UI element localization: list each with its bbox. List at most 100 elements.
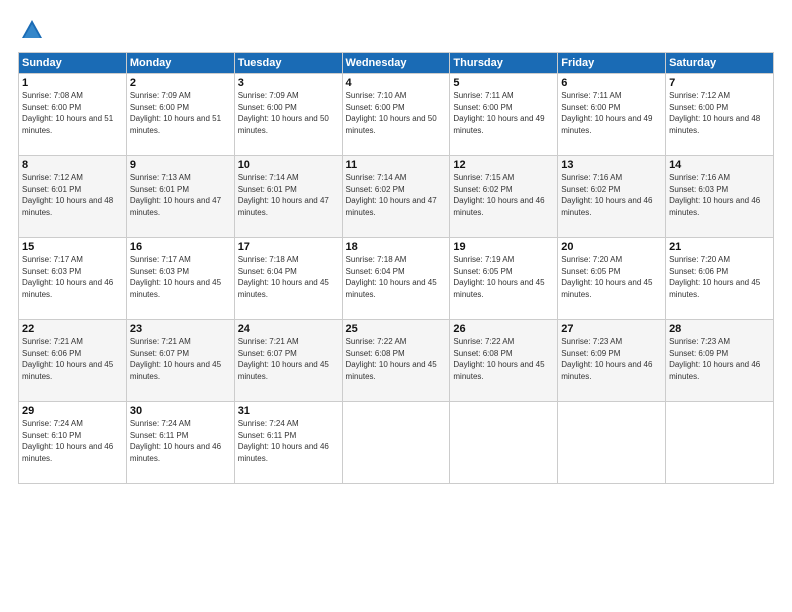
day-info: Sunrise: 7:16 AM Sunset: 6:03 PM Dayligh… xyxy=(669,172,770,218)
day-info: Sunrise: 7:18 AM Sunset: 6:04 PM Dayligh… xyxy=(238,254,339,300)
calendar-cell xyxy=(666,402,774,484)
day-info: Sunrise: 7:18 AM Sunset: 6:04 PM Dayligh… xyxy=(346,254,447,300)
day-number: 23 xyxy=(130,323,231,335)
day-info: Sunrise: 7:15 AM Sunset: 6:02 PM Dayligh… xyxy=(453,172,554,218)
day-number: 22 xyxy=(22,323,123,335)
day-info: Sunrise: 7:24 AM Sunset: 6:11 PM Dayligh… xyxy=(130,418,231,464)
calendar-cell: 7Sunrise: 7:12 AM Sunset: 6:00 PM Daylig… xyxy=(666,74,774,156)
week-row-2: 15Sunrise: 7:17 AM Sunset: 6:03 PM Dayli… xyxy=(19,238,774,320)
page: SundayMondayTuesdayWednesdayThursdayFrid… xyxy=(0,0,792,612)
day-info: Sunrise: 7:16 AM Sunset: 6:02 PM Dayligh… xyxy=(561,172,662,218)
day-info: Sunrise: 7:23 AM Sunset: 6:09 PM Dayligh… xyxy=(561,336,662,382)
day-number: 25 xyxy=(346,323,447,335)
calendar-cell: 25Sunrise: 7:22 AM Sunset: 6:08 PM Dayli… xyxy=(342,320,450,402)
calendar-cell: 10Sunrise: 7:14 AM Sunset: 6:01 PM Dayli… xyxy=(234,156,342,238)
calendar-cell: 19Sunrise: 7:19 AM Sunset: 6:05 PM Dayli… xyxy=(450,238,558,320)
day-number: 24 xyxy=(238,323,339,335)
calendar-cell: 12Sunrise: 7:15 AM Sunset: 6:02 PM Dayli… xyxy=(450,156,558,238)
day-number: 8 xyxy=(22,159,123,171)
calendar-cell: 22Sunrise: 7:21 AM Sunset: 6:06 PM Dayli… xyxy=(19,320,127,402)
calendar-cell: 23Sunrise: 7:21 AM Sunset: 6:07 PM Dayli… xyxy=(126,320,234,402)
day-number: 26 xyxy=(453,323,554,335)
day-header-monday: Monday xyxy=(126,53,234,74)
day-number: 9 xyxy=(130,159,231,171)
calendar-cell: 8Sunrise: 7:12 AM Sunset: 6:01 PM Daylig… xyxy=(19,156,127,238)
day-header-friday: Friday xyxy=(558,53,666,74)
week-row-0: 1Sunrise: 7:08 AM Sunset: 6:00 PM Daylig… xyxy=(19,74,774,156)
day-number: 13 xyxy=(561,159,662,171)
day-number: 2 xyxy=(130,77,231,89)
calendar-cell: 14Sunrise: 7:16 AM Sunset: 6:03 PM Dayli… xyxy=(666,156,774,238)
calendar-cell: 30Sunrise: 7:24 AM Sunset: 6:11 PM Dayli… xyxy=(126,402,234,484)
calendar-cell: 31Sunrise: 7:24 AM Sunset: 6:11 PM Dayli… xyxy=(234,402,342,484)
day-number: 5 xyxy=(453,77,554,89)
calendar-cell: 21Sunrise: 7:20 AM Sunset: 6:06 PM Dayli… xyxy=(666,238,774,320)
day-number: 21 xyxy=(669,241,770,253)
day-number: 1 xyxy=(22,77,123,89)
day-info: Sunrise: 7:20 AM Sunset: 6:05 PM Dayligh… xyxy=(561,254,662,300)
day-info: Sunrise: 7:11 AM Sunset: 6:00 PM Dayligh… xyxy=(561,90,662,136)
day-header-saturday: Saturday xyxy=(666,53,774,74)
day-info: Sunrise: 7:23 AM Sunset: 6:09 PM Dayligh… xyxy=(669,336,770,382)
day-info: Sunrise: 7:08 AM Sunset: 6:00 PM Dayligh… xyxy=(22,90,123,136)
header-row: SundayMondayTuesdayWednesdayThursdayFrid… xyxy=(19,53,774,74)
day-number: 17 xyxy=(238,241,339,253)
calendar-cell: 26Sunrise: 7:22 AM Sunset: 6:08 PM Dayli… xyxy=(450,320,558,402)
calendar-cell: 15Sunrise: 7:17 AM Sunset: 6:03 PM Dayli… xyxy=(19,238,127,320)
day-info: Sunrise: 7:12 AM Sunset: 6:00 PM Dayligh… xyxy=(669,90,770,136)
calendar-cell: 17Sunrise: 7:18 AM Sunset: 6:04 PM Dayli… xyxy=(234,238,342,320)
day-info: Sunrise: 7:09 AM Sunset: 6:00 PM Dayligh… xyxy=(130,90,231,136)
day-header-thursday: Thursday xyxy=(450,53,558,74)
calendar-cell: 4Sunrise: 7:10 AM Sunset: 6:00 PM Daylig… xyxy=(342,74,450,156)
day-info: Sunrise: 7:14 AM Sunset: 6:02 PM Dayligh… xyxy=(346,172,447,218)
day-info: Sunrise: 7:17 AM Sunset: 6:03 PM Dayligh… xyxy=(22,254,123,300)
calendar-cell: 6Sunrise: 7:11 AM Sunset: 6:00 PM Daylig… xyxy=(558,74,666,156)
week-row-1: 8Sunrise: 7:12 AM Sunset: 6:01 PM Daylig… xyxy=(19,156,774,238)
day-header-wednesday: Wednesday xyxy=(342,53,450,74)
day-number: 30 xyxy=(130,405,231,417)
week-row-4: 29Sunrise: 7:24 AM Sunset: 6:10 PM Dayli… xyxy=(19,402,774,484)
day-number: 6 xyxy=(561,77,662,89)
calendar-cell: 1Sunrise: 7:08 AM Sunset: 6:00 PM Daylig… xyxy=(19,74,127,156)
calendar-cell xyxy=(342,402,450,484)
day-header-sunday: Sunday xyxy=(19,53,127,74)
day-info: Sunrise: 7:24 AM Sunset: 6:10 PM Dayligh… xyxy=(22,418,123,464)
day-number: 4 xyxy=(346,77,447,89)
day-info: Sunrise: 7:11 AM Sunset: 6:00 PM Dayligh… xyxy=(453,90,554,136)
day-number: 12 xyxy=(453,159,554,171)
day-info: Sunrise: 7:21 AM Sunset: 6:07 PM Dayligh… xyxy=(130,336,231,382)
calendar-cell xyxy=(558,402,666,484)
day-number: 16 xyxy=(130,241,231,253)
day-info: Sunrise: 7:10 AM Sunset: 6:00 PM Dayligh… xyxy=(346,90,447,136)
calendar-cell: 29Sunrise: 7:24 AM Sunset: 6:10 PM Dayli… xyxy=(19,402,127,484)
calendar-cell: 2Sunrise: 7:09 AM Sunset: 6:00 PM Daylig… xyxy=(126,74,234,156)
calendar-cell: 16Sunrise: 7:17 AM Sunset: 6:03 PM Dayli… xyxy=(126,238,234,320)
day-info: Sunrise: 7:13 AM Sunset: 6:01 PM Dayligh… xyxy=(130,172,231,218)
header xyxy=(18,16,774,44)
calendar-cell: 20Sunrise: 7:20 AM Sunset: 6:05 PM Dayli… xyxy=(558,238,666,320)
day-info: Sunrise: 7:21 AM Sunset: 6:06 PM Dayligh… xyxy=(22,336,123,382)
calendar-cell: 3Sunrise: 7:09 AM Sunset: 6:00 PM Daylig… xyxy=(234,74,342,156)
day-info: Sunrise: 7:22 AM Sunset: 6:08 PM Dayligh… xyxy=(346,336,447,382)
day-info: Sunrise: 7:14 AM Sunset: 6:01 PM Dayligh… xyxy=(238,172,339,218)
day-header-tuesday: Tuesday xyxy=(234,53,342,74)
day-number: 3 xyxy=(238,77,339,89)
calendar-cell: 13Sunrise: 7:16 AM Sunset: 6:02 PM Dayli… xyxy=(558,156,666,238)
logo-icon xyxy=(18,16,46,44)
calendar-table: SundayMondayTuesdayWednesdayThursdayFrid… xyxy=(18,52,774,484)
calendar-cell: 27Sunrise: 7:23 AM Sunset: 6:09 PM Dayli… xyxy=(558,320,666,402)
calendar-cell xyxy=(450,402,558,484)
day-number: 18 xyxy=(346,241,447,253)
calendar-cell: 28Sunrise: 7:23 AM Sunset: 6:09 PM Dayli… xyxy=(666,320,774,402)
day-number: 11 xyxy=(346,159,447,171)
day-number: 27 xyxy=(561,323,662,335)
day-info: Sunrise: 7:20 AM Sunset: 6:06 PM Dayligh… xyxy=(669,254,770,300)
day-info: Sunrise: 7:17 AM Sunset: 6:03 PM Dayligh… xyxy=(130,254,231,300)
day-number: 29 xyxy=(22,405,123,417)
calendar-cell: 11Sunrise: 7:14 AM Sunset: 6:02 PM Dayli… xyxy=(342,156,450,238)
calendar-cell: 5Sunrise: 7:11 AM Sunset: 6:00 PM Daylig… xyxy=(450,74,558,156)
day-info: Sunrise: 7:21 AM Sunset: 6:07 PM Dayligh… xyxy=(238,336,339,382)
day-info: Sunrise: 7:09 AM Sunset: 6:00 PM Dayligh… xyxy=(238,90,339,136)
week-row-3: 22Sunrise: 7:21 AM Sunset: 6:06 PM Dayli… xyxy=(19,320,774,402)
day-info: Sunrise: 7:19 AM Sunset: 6:05 PM Dayligh… xyxy=(453,254,554,300)
